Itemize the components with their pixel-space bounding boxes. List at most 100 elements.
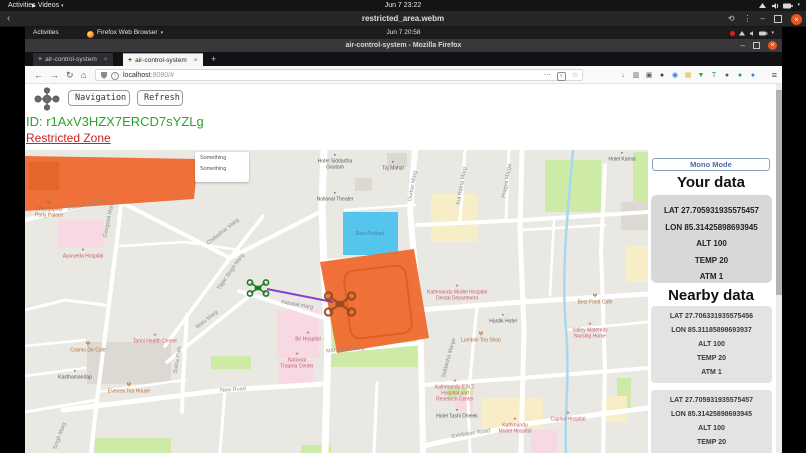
hamburger-menu-icon[interactable]: ≡ xyxy=(772,66,777,84)
restricted-zone-link[interactable]: Restricted Zone xyxy=(26,131,111,145)
battery-icon xyxy=(783,3,794,8)
green-circle-addon-icon[interactable]: ● xyxy=(736,72,744,79)
tooltip-line: Something xyxy=(200,155,227,161)
pocket-icon[interactable]: v xyxy=(556,72,566,81)
recorded-system-topbar: Activities Firefox Web Browser ▾ Jun 7 2… xyxy=(25,27,782,39)
tab-close-icon[interactable]: × xyxy=(104,56,108,63)
map-canvas[interactable]: Ψ Chhetrapaty Party Palace + Ayurveda Hospi… xyxy=(25,150,648,453)
site-info-icon[interactable]: i xyxy=(111,72,119,80)
telemetry-row: TEMP 20 xyxy=(694,255,729,265)
tracking-shield-icon[interactable] xyxy=(101,72,107,79)
refresh-button[interactable]: Refresh xyxy=(137,90,183,106)
telemetry-row: ATM 1 xyxy=(701,369,722,376)
bookmark-star-icon[interactable]: ☆ xyxy=(572,71,578,81)
firefox-titlebar: air-control-system - Mozilla Firefox – × xyxy=(25,39,782,52)
tab-close-icon[interactable]: × xyxy=(194,57,198,64)
recording-indicator-icon xyxy=(730,30,736,36)
window-tool-icon[interactable]: ▣ xyxy=(645,71,653,79)
close-button[interactable]: × xyxy=(768,41,777,50)
map-tooltip: Something Something xyxy=(195,152,249,182)
dark-circle-addon-icon[interactable]: ● xyxy=(658,72,666,79)
url-bar[interactable]: i localhost:8080/# ⋯ v ☆ xyxy=(95,69,583,81)
telemetry-row: LAT 27.705931935575457 xyxy=(663,206,760,215)
home-button[interactable]: ⌂ xyxy=(81,66,86,84)
scrollbar-thumb[interactable] xyxy=(776,90,782,295)
chevron-down-icon: ▾ xyxy=(797,2,800,8)
nav-back-button[interactable]: ← xyxy=(34,66,43,84)
video-stage[interactable]: Activities Firefox Web Browser ▾ Jun 7 2… xyxy=(0,27,806,453)
window-title: air-control-system - Mozilla Firefox xyxy=(345,42,462,49)
drone-logo-icon xyxy=(34,87,60,111)
rani-pokhari-pond xyxy=(343,212,398,255)
nearby-drone-card: LAT 27.705931935575457 LON 85.31425898693… xyxy=(651,390,772,453)
extension-toolbar: ↓ ▥ ▣ ● ◉ ▦ ▼ T ● ● ● xyxy=(619,66,757,84)
system-clock[interactable]: Jun 7 23:22 xyxy=(0,0,806,11)
telemetry-row: TEMP 20 xyxy=(696,439,727,446)
recorded-screen: Activities Firefox Web Browser ▾ Jun 7 2… xyxy=(25,27,782,453)
tab-favicon: + xyxy=(128,56,133,64)
chevron-down-icon: ▾ xyxy=(771,30,774,36)
nearby-data-list: LAT 27.706331935575456 LON 85.31185898693… xyxy=(650,306,773,453)
network-icon xyxy=(759,2,767,8)
firefox-navbar: ← → ↻ ⌂ i localhost:8080/# ⋯ v ☆ ↓ ▥ ▣ ● ◉ ▦ ▼… xyxy=(25,66,782,84)
restricted-zone-northwest-inner xyxy=(29,162,59,190)
blue-globe-addon-icon[interactable]: ● xyxy=(749,72,757,79)
telemetry-row: TEMP 20 xyxy=(696,355,727,362)
page-actions-icon[interactable]: ⋯ xyxy=(544,71,551,81)
translate-addon-icon[interactable]: T xyxy=(710,72,718,79)
minimize-button[interactable]: – xyxy=(741,39,745,52)
blue-eye-addon-icon[interactable]: ◉ xyxy=(671,71,679,79)
video-title: restricted_area.webm xyxy=(361,14,445,23)
telemetry-row: LON 85.31425898693945 xyxy=(665,222,758,232)
close-button[interactable]: × xyxy=(791,13,802,25)
air-control-page: Navigation Refresh ID: r1AxV3HZX7ERCD7sY… xyxy=(25,84,782,453)
maximize-button[interactable] xyxy=(774,15,782,23)
video-player-titlebar: ‹ restricted_area.webm ⟲ ⋮ – × xyxy=(0,11,806,27)
volume-icon xyxy=(772,2,779,9)
network-icon xyxy=(739,30,746,35)
telemetry-row: ATM 1 xyxy=(699,272,724,281)
browser-tab[interactable]: + air-control-system × xyxy=(33,53,113,66)
stats-bars-icon[interactable]: ▥ xyxy=(632,71,640,79)
tooltip-line: Something xyxy=(200,166,227,172)
telemetry-row: LON 85.31185898693937 xyxy=(671,327,752,334)
volume-icon xyxy=(750,30,754,36)
desktop-screen: Activities ▶ Videos ▾ Jun 7 23:22 ▾ ‹ re… xyxy=(0,0,806,453)
new-tab-button[interactable]: + xyxy=(211,53,216,66)
telemetry-row: LAT 27.705931935575457 xyxy=(669,397,754,404)
tab-label: air-control-system xyxy=(135,56,187,64)
browser-tab[interactable]: + air-control-system × xyxy=(123,53,203,66)
grid-addon-icon[interactable]: ▦ xyxy=(684,71,692,79)
maximize-button[interactable] xyxy=(753,42,760,49)
telemetry-row: LON 85.31425898693945 xyxy=(671,411,752,418)
loop-icon[interactable]: ⟲ xyxy=(728,11,735,27)
reload-button[interactable]: ↻ xyxy=(66,66,74,84)
your-data-title: Your data xyxy=(676,174,746,191)
recorded-clock: Jun 7 20:58 xyxy=(386,29,421,36)
firefox-tabbar: + air-control-system × + air-control-system ×… xyxy=(25,52,782,66)
filter-addon-icon[interactable]: ▼ xyxy=(697,72,705,79)
system-topbar: Activities ▶ Videos ▾ Jun 7 23:22 ▾ xyxy=(0,0,806,11)
navigation-button[interactable]: Navigation xyxy=(68,90,130,106)
download-helper-icon[interactable]: ↓ xyxy=(619,72,627,79)
recorded-tray: ▾ xyxy=(730,27,774,39)
kebab-menu-icon[interactable]: ⋮ xyxy=(744,11,752,27)
telemetry-row: ALT 100 xyxy=(696,239,727,248)
nearby-data-title: Nearby data xyxy=(668,287,754,304)
mono-mode-button[interactable]: Mono Mode xyxy=(652,158,770,171)
telemetry-row: ALT 100 xyxy=(698,341,725,348)
minimize-button[interactable]: – xyxy=(761,11,765,27)
your-data-box: LAT 27.705931935575457 LON 85.31425898693… xyxy=(651,195,772,283)
telemetry-row: ALT 100 xyxy=(698,425,725,432)
page-scrollbar[interactable] xyxy=(776,84,782,453)
url-text: localhost:8080/# xyxy=(123,72,174,79)
telemetry-row: LAT 27.706331935575456 xyxy=(669,313,754,320)
nav-forward-button[interactable]: → xyxy=(50,66,59,84)
battery-icon xyxy=(759,31,768,35)
nearby-drone-card: LAT 27.706331935575456 LON 85.31185898693… xyxy=(651,306,772,383)
system-tray[interactable]: ▾ xyxy=(758,0,800,11)
tab-favicon: + xyxy=(38,56,43,63)
tab-label: air-control-system xyxy=(45,56,97,63)
drone-id-text: ID: r1AxV3HZX7ERCD7sYZLg xyxy=(26,114,204,129)
brown-circle-addon-icon[interactable]: ● xyxy=(723,72,731,79)
